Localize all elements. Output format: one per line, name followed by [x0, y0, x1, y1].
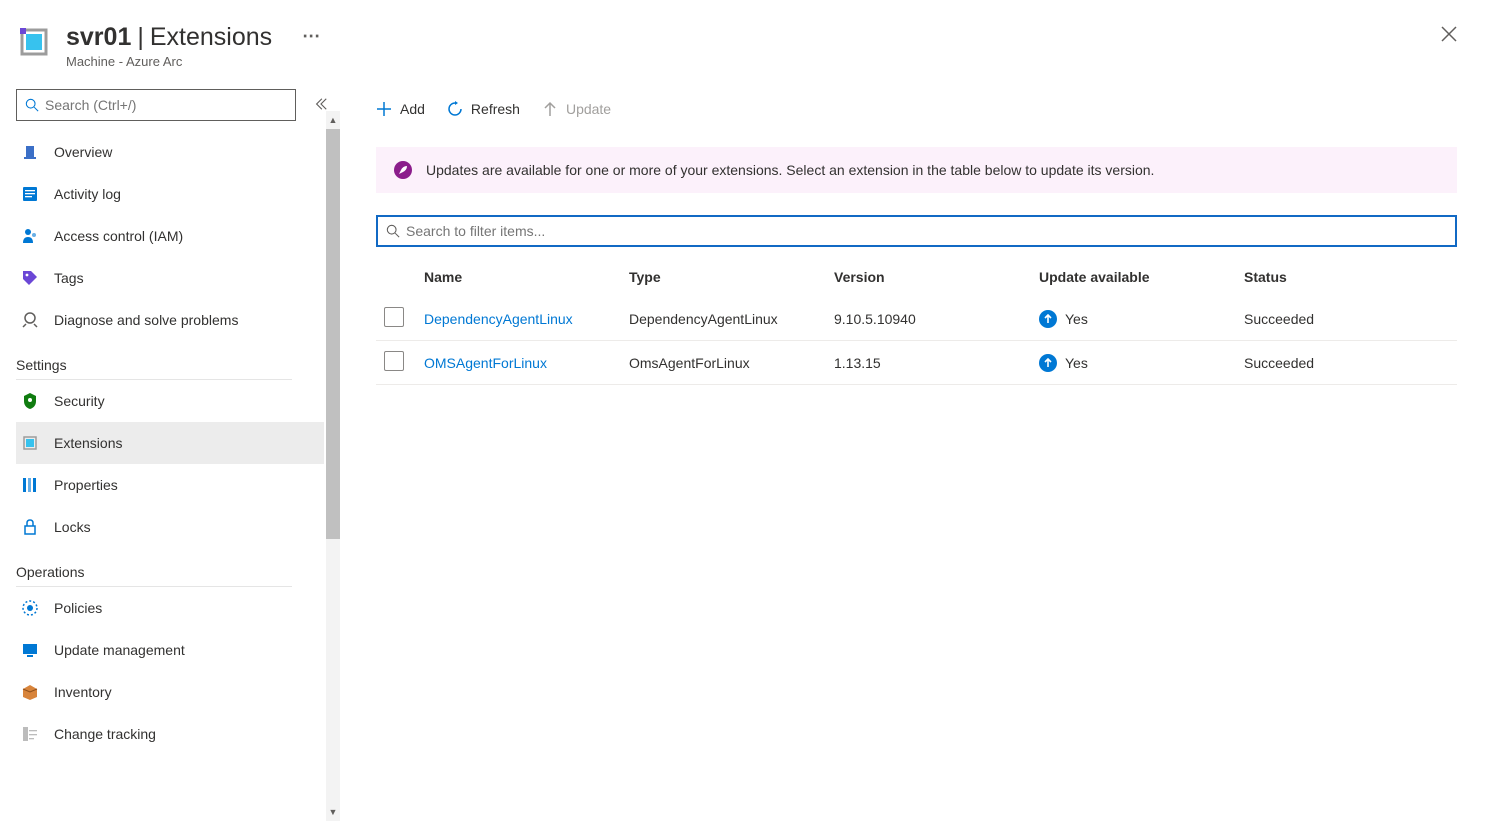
extensions-icon [20, 433, 40, 453]
scroll-down-arrow[interactable]: ▼ [326, 803, 340, 821]
sidebar-item-policies[interactable]: Policies [16, 587, 324, 629]
search-icon [25, 98, 39, 112]
sidebar-item-tags[interactable]: Tags [16, 257, 324, 299]
more-menu-button[interactable]: ⋯ [302, 26, 322, 48]
banner-text: Updates are available for one or more of… [426, 162, 1154, 178]
sidebar-item-label: Extensions [54, 435, 122, 451]
scroll-thumb[interactable] [326, 129, 340, 539]
extensions-table: Name Type Version Update available Statu… [376, 259, 1457, 385]
iam-icon [20, 226, 40, 246]
change-icon [20, 724, 40, 744]
sidebar-item-label: Activity log [54, 186, 121, 202]
col-type[interactable]: Type [621, 259, 826, 297]
refresh-icon [447, 101, 463, 117]
extension-type: DependencyAgentLinux [621, 297, 826, 341]
info-banner: Updates are available for one or more of… [376, 147, 1457, 193]
sidebar-item-extensions[interactable]: Extensions [16, 422, 324, 464]
sidebar-item-label: Locks [54, 519, 91, 535]
table-row[interactable]: DependencyAgentLinux DependencyAgentLinu… [376, 297, 1457, 341]
update-icon [20, 640, 40, 660]
sidebar-item-diagnose[interactable]: Diagnose and solve problems [16, 299, 324, 341]
main-content: Add Refresh Update Updates are available… [340, 79, 1485, 821]
extension-version: 1.13.15 [826, 341, 1031, 385]
sidebar-item-locks[interactable]: Locks [16, 506, 324, 548]
col-version[interactable]: Version [826, 259, 1031, 297]
diagnose-icon [20, 310, 40, 330]
refresh-button[interactable]: Refresh [447, 101, 520, 117]
row-checkbox[interactable] [384, 351, 404, 371]
add-button[interactable]: Add [376, 101, 425, 117]
overview-icon [20, 142, 40, 162]
sidebar-item-label: Access control (IAM) [54, 228, 183, 244]
sidebar: Overview Activity log Access control (IA… [0, 79, 340, 821]
sidebar-item-activity-log[interactable]: Activity log [16, 173, 324, 215]
filter-search[interactable] [376, 215, 1457, 247]
sidebar-search[interactable] [16, 89, 296, 121]
sidebar-item-label: Properties [54, 477, 118, 493]
up-arrow-icon [542, 101, 558, 117]
plus-icon [376, 101, 392, 117]
col-update[interactable]: Update available [1031, 259, 1236, 297]
sidebar-item-update-management[interactable]: Update management [16, 629, 324, 671]
update-button: Update [542, 101, 611, 117]
sidebar-item-label: Update management [54, 642, 185, 658]
filter-input[interactable] [406, 223, 1447, 239]
sidebar-item-label: Tags [54, 270, 84, 286]
update-available-text: Yes [1065, 355, 1088, 371]
extension-status: Succeeded [1236, 297, 1457, 341]
page-title: svr01 | Extensions ⋯ [66, 22, 1435, 52]
locks-icon [20, 517, 40, 537]
section-title: Extensions [150, 22, 272, 52]
sidebar-search-input[interactable] [45, 97, 287, 113]
rocket-icon [394, 161, 412, 179]
sidebar-item-properties[interactable]: Properties [16, 464, 324, 506]
sidebar-scrollbar[interactable]: ▲ ▼ [326, 111, 340, 821]
sidebar-section-settings: Settings [16, 341, 292, 380]
extension-name-link[interactable]: DependencyAgentLinux [416, 297, 621, 341]
sidebar-item-security[interactable]: Security [16, 380, 324, 422]
col-status[interactable]: Status [1236, 259, 1457, 297]
security-icon [20, 391, 40, 411]
sidebar-item-label: Inventory [54, 684, 112, 700]
resource-subtitle: Machine - Azure Arc [66, 54, 1435, 69]
row-checkbox[interactable] [384, 307, 404, 327]
tags-icon [20, 268, 40, 288]
update-available-icon [1039, 310, 1057, 328]
update-available-text: Yes [1065, 311, 1088, 327]
sidebar-item-label: Overview [54, 144, 112, 160]
resource-name: svr01 [66, 22, 131, 52]
page-header: svr01 | Extensions ⋯ Machine - Azure Arc [0, 0, 1485, 79]
scroll-up-arrow[interactable]: ▲ [326, 111, 340, 129]
refresh-label: Refresh [471, 101, 520, 117]
col-name[interactable]: Name [416, 259, 621, 297]
add-label: Add [400, 101, 425, 117]
sidebar-item-inventory[interactable]: Inventory [16, 671, 324, 713]
sidebar-item-label: Change tracking [54, 726, 156, 742]
extension-type: OmsAgentForLinux [621, 341, 826, 385]
inventory-icon [20, 682, 40, 702]
sidebar-item-overview[interactable]: Overview [16, 131, 324, 173]
policies-icon [20, 598, 40, 618]
command-bar: Add Refresh Update [376, 89, 1457, 129]
sidebar-item-change-tracking[interactable]: Change tracking [16, 713, 324, 755]
sidebar-section-operations: Operations [16, 548, 292, 587]
sidebar-item-label: Security [54, 393, 105, 409]
table-row[interactable]: OMSAgentForLinux OmsAgentForLinux 1.13.1… [376, 341, 1457, 385]
sidebar-item-iam[interactable]: Access control (IAM) [16, 215, 324, 257]
sidebar-item-label: Policies [54, 600, 102, 616]
extension-status: Succeeded [1236, 341, 1457, 385]
sidebar-item-label: Diagnose and solve problems [54, 312, 238, 328]
properties-icon [20, 475, 40, 495]
update-available-icon [1039, 354, 1057, 372]
extension-version: 9.10.5.10940 [826, 297, 1031, 341]
search-icon [386, 224, 400, 238]
close-button[interactable] [1435, 20, 1463, 53]
activity-icon [20, 184, 40, 204]
update-label: Update [566, 101, 611, 117]
resource-icon [18, 26, 52, 60]
extension-name-link[interactable]: OMSAgentForLinux [416, 341, 621, 385]
